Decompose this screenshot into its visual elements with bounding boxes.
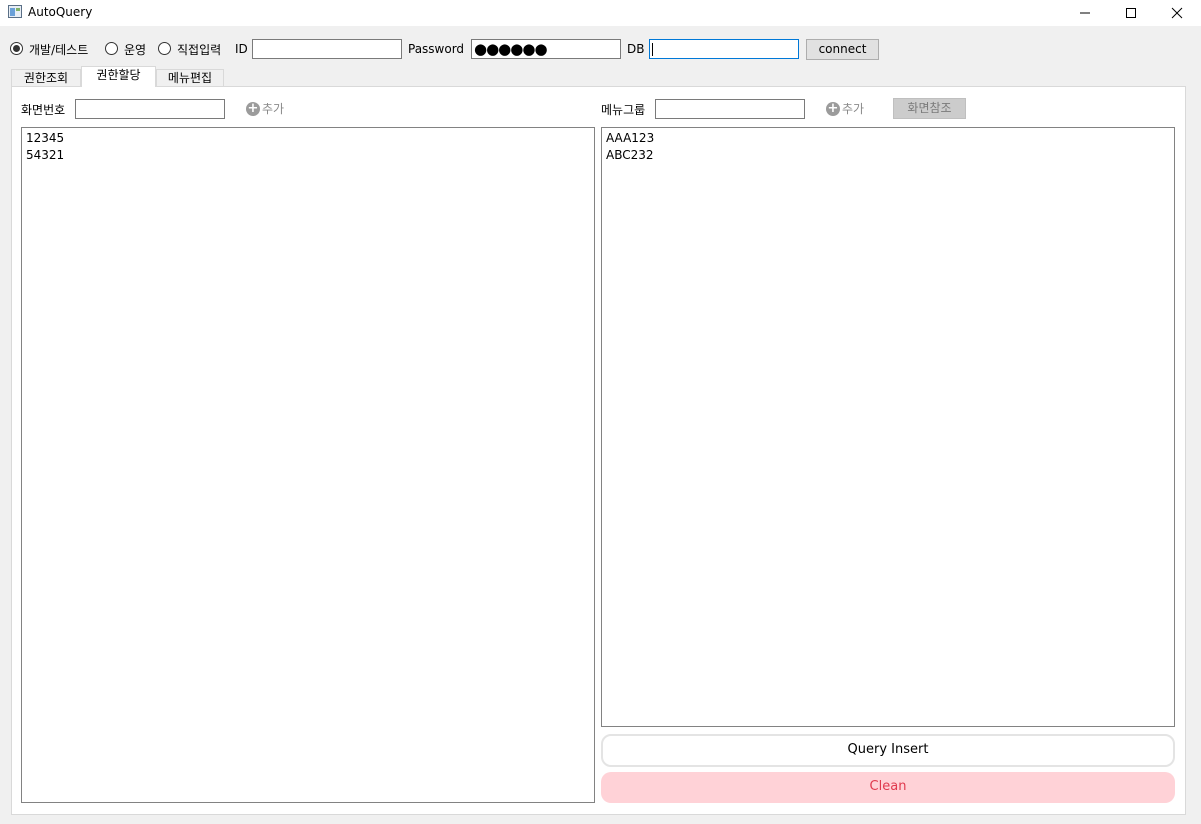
id-input[interactable]: [253, 40, 401, 58]
menu-group-field-box: [655, 99, 805, 119]
password-mask: ●●●●●●: [474, 40, 548, 58]
password-input[interactable]: ●●●●●●: [471, 39, 621, 59]
maximize-button[interactable]: [1108, 0, 1154, 26]
clean-button[interactable]: Clean: [601, 772, 1175, 803]
id-label: ID: [235, 42, 248, 56]
screen-number-field-box: [75, 99, 225, 119]
screen-number-input[interactable]: [76, 100, 224, 118]
plus-circle-icon: +: [246, 100, 260, 116]
radio-manual-input-label: 직접입력: [177, 43, 222, 57]
radio-dev-test-label: 개발/테스트: [29, 43, 89, 57]
tab-menu-edit[interactable]: 메뉴편집: [156, 69, 224, 87]
close-icon: [1171, 7, 1183, 19]
add-menu-group-label: 추가: [842, 102, 865, 116]
radio-production[interactable]: [105, 42, 118, 55]
connect-button[interactable]: connect: [806, 39, 879, 60]
plus-circle-icon: +: [826, 100, 840, 116]
radio-manual-input[interactable]: [158, 42, 171, 55]
menu-group-label: 메뉴그룹: [601, 103, 646, 117]
id-field-box: [252, 39, 402, 59]
window-title: AutoQuery: [28, 5, 93, 19]
text-caret: [652, 43, 653, 56]
radio-dev-test[interactable]: [10, 42, 23, 55]
tab-permission-assign[interactable]: 권한할당: [81, 66, 156, 87]
app-icon: [8, 5, 22, 18]
menu-group-list[interactable]: AAA123 ABC232: [601, 127, 1175, 727]
close-button[interactable]: [1154, 0, 1200, 26]
minimize-button[interactable]: [1062, 0, 1108, 26]
radio-production-label: 운영: [124, 43, 147, 57]
maximize-icon: [1126, 8, 1136, 18]
add-screen-label: 추가: [262, 102, 285, 116]
menu-group-input[interactable]: [656, 100, 804, 118]
tab-permission-view[interactable]: 권한조회: [11, 69, 81, 87]
list-item[interactable]: ABC232: [606, 147, 1170, 164]
list-item[interactable]: 12345: [26, 130, 590, 147]
query-insert-button[interactable]: Query Insert: [601, 734, 1175, 767]
list-item[interactable]: AAA123: [606, 130, 1170, 147]
password-label: Password: [408, 42, 465, 56]
add-menu-group-button[interactable]: + 추가: [826, 100, 864, 117]
screen-number-list[interactable]: 12345 54321: [21, 127, 595, 803]
list-item[interactable]: 54321: [26, 147, 590, 164]
screen-number-label: 화면번호: [21, 103, 66, 117]
db-label: DB: [627, 42, 645, 56]
minimize-icon: [1080, 12, 1090, 14]
screen-reference-button[interactable]: 화면참조: [893, 98, 966, 119]
title-bar: [0, 0, 1201, 26]
add-screen-button[interactable]: + 추가: [246, 100, 284, 117]
db-input[interactable]: [649, 39, 799, 59]
